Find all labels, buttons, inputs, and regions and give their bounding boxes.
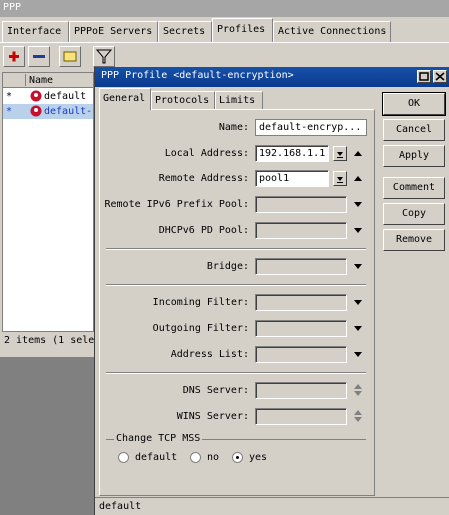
- address-list-select[interactable]: [255, 346, 347, 363]
- ok-button[interactable]: OK: [382, 92, 446, 116]
- tab-limits[interactable]: Limits: [215, 91, 263, 110]
- name-column-header[interactable]: Name: [29, 75, 53, 86]
- dns-server-input[interactable]: [255, 382, 347, 399]
- list-header: Name: [3, 73, 93, 88]
- copy-button[interactable]: Copy: [383, 203, 445, 225]
- maximize-button[interactable]: [417, 70, 431, 83]
- tcp-mss-no-label[interactable]: no: [207, 452, 219, 463]
- list-item[interactable]: * default-: [3, 104, 93, 119]
- profile-icon: [30, 90, 42, 102]
- expand-collapse-icon[interactable]: [352, 408, 364, 424]
- name-field[interactable]: default-encryp...: [255, 119, 367, 136]
- tcp-mss-no-radio[interactable]: [190, 452, 201, 463]
- tab-active-connections[interactable]: Active Connections: [273, 21, 391, 42]
- apply-button[interactable]: Apply: [383, 145, 445, 167]
- remote-address-input[interactable]: pool1: [255, 170, 329, 187]
- tab-secrets[interactable]: Secrets: [158, 21, 212, 42]
- outgoing-filter-label: Outgoing Filter:: [152, 323, 249, 334]
- dhcpv6-pool-select[interactable]: [255, 222, 347, 239]
- separator: [106, 248, 366, 250]
- comment-button[interactable]: [59, 46, 81, 67]
- add-button[interactable]: [3, 46, 25, 67]
- tabbar-divider: [0, 42, 449, 43]
- dropdown-arrow-icon[interactable]: [352, 199, 364, 209]
- dropdown-arrow-icon[interactable]: [352, 261, 364, 271]
- maximize-icon: [419, 72, 429, 81]
- filter-button[interactable]: [93, 46, 115, 67]
- separator: [106, 284, 366, 286]
- tcp-mss-yes-radio[interactable]: [232, 452, 243, 463]
- dropdown-arrow-icon[interactable]: [352, 323, 364, 333]
- tcp-mss-default-radio[interactable]: [118, 452, 129, 463]
- tab-profiles[interactable]: Profiles: [212, 18, 273, 42]
- collapse-up-icon[interactable]: [352, 148, 364, 158]
- separator: [106, 372, 366, 374]
- dialog-title-bar[interactable]: PPP Profile <default-encryption>: [95, 67, 449, 87]
- expand-collapse-icon[interactable]: [352, 382, 364, 398]
- wins-server-label: WINS Server:: [176, 411, 249, 422]
- window-title: PPP: [0, 0, 449, 17]
- tab-interface[interactable]: Interface: [2, 21, 69, 42]
- collapse-up-icon[interactable]: [352, 173, 364, 183]
- list-status: 2 items (1 selected): [4, 335, 94, 346]
- dialog-status: default: [95, 497, 449, 515]
- tcp-mss-yes-label[interactable]: yes: [249, 452, 267, 463]
- ipv6-pool-label: Remote IPv6 Prefix Pool:: [104, 199, 250, 210]
- remove-button[interactable]: Remove: [383, 229, 445, 251]
- tab-general[interactable]: General: [99, 88, 151, 110]
- list-item[interactable]: * default: [3, 89, 93, 104]
- bridge-label: Bridge:: [206, 261, 249, 272]
- ipv6-pool-select[interactable]: [255, 196, 347, 213]
- local-address-label: Local Address:: [164, 148, 249, 159]
- dropdown-arrow-icon[interactable]: [352, 225, 364, 235]
- remote-address-label: Remote Address:: [158, 173, 249, 184]
- name-label: Name:: [218, 122, 249, 133]
- general-panel: Name: default-encryp... Local Address: 1…: [99, 109, 375, 496]
- note-icon: [63, 51, 77, 62]
- local-address-input[interactable]: 192.168.1.1: [255, 145, 329, 162]
- chevron-down-icon: [337, 177, 343, 183]
- local-address-dropdown[interactable]: [333, 146, 347, 161]
- row-name: default: [44, 91, 87, 102]
- address-list-label: Address List:: [170, 349, 249, 360]
- minus-icon: [33, 55, 45, 58]
- tab-protocols[interactable]: Protocols: [151, 91, 215, 110]
- dropdown-arrow-icon[interactable]: [352, 297, 364, 307]
- wins-server-input[interactable]: [255, 408, 347, 425]
- ppp-profile-dialog: PPP Profile <default-encryption> General…: [94, 67, 449, 515]
- tab-pppoe-servers[interactable]: PPPoE Servers: [69, 21, 158, 42]
- plus-icon: [9, 51, 19, 62]
- remove-button[interactable]: [28, 46, 50, 67]
- tcp-mss-default-label[interactable]: default: [135, 452, 177, 463]
- incoming-filter-select[interactable]: [255, 294, 347, 311]
- comment-button[interactable]: Comment: [383, 177, 445, 199]
- profiles-list: Name * default * default-: [2, 72, 94, 332]
- dropdown-arrow-icon[interactable]: [352, 349, 364, 359]
- outgoing-filter-select[interactable]: [255, 320, 347, 337]
- incoming-filter-label: Incoming Filter:: [152, 297, 249, 308]
- dhcpv6-pool-label: DHCPv6 PD Pool:: [158, 225, 249, 236]
- remote-address-dropdown[interactable]: [333, 171, 347, 186]
- dns-server-label: DNS Server:: [182, 385, 249, 396]
- flag-column-header: [6, 74, 26, 86]
- dialog-title: PPP Profile <default-encryption>: [101, 70, 294, 81]
- cancel-button[interactable]: Cancel: [383, 119, 445, 141]
- filter-icon: [95, 49, 113, 64]
- tcp-mss-legend: Change TCP MSS: [114, 433, 203, 444]
- row-flag: *: [6, 91, 13, 102]
- row-name: default-: [44, 106, 93, 117]
- row-flag: *: [6, 106, 13, 117]
- profile-icon: [30, 105, 42, 117]
- chevron-down-icon: [337, 152, 343, 158]
- bridge-select[interactable]: [255, 258, 347, 275]
- close-icon: [435, 72, 445, 81]
- close-button[interactable]: [433, 70, 447, 83]
